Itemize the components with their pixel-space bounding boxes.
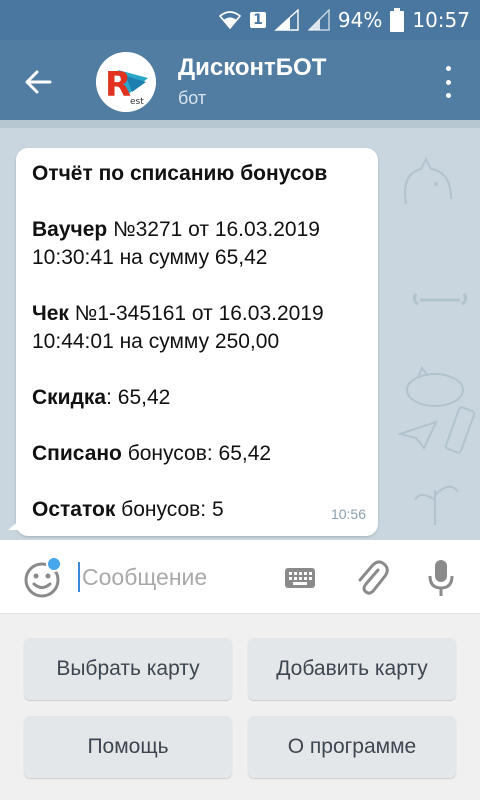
back-arrow-icon [25,70,52,94]
svg-text:R: R [105,65,131,105]
back-button[interactable] [18,62,58,102]
chat-title[interactable]: ДисконтБОТ [178,54,326,82]
plant-doodle-icon [414,485,459,525]
message-input-bar [0,540,480,614]
bot-keyboard-panel: Выбрать карту Добавить карту Помощь О пр… [0,614,480,800]
svg-text:est: est [130,97,144,107]
attach-button[interactable] [354,558,390,598]
battery-icon [390,8,405,32]
sim-slot-badge: 1 [250,12,266,28]
written-off-value: бонусов: 65,42 [121,442,272,465]
voucher-line-2: 10:30:41 на сумму 65,42 [32,246,268,269]
wifi-icon [218,10,242,30]
candy-doodle-icon [444,406,476,454]
written-off-line: Списано бонусов: 65,42 [32,440,362,468]
message-input[interactable] [78,560,268,594]
paperclip-icon [358,560,389,595]
signal-icon-2 [307,9,330,31]
voucher-label: Ваучер [32,218,108,241]
bubble-tail [8,520,20,530]
voucher-line: Ваучер №3271 от 16.03.2019 [32,216,362,244]
discount-value: : 65,42 [106,386,171,409]
menu-dot-icon [445,93,451,98]
chat-area[interactable]: Отчёт по списанию бонусов Ваучер №3271 о… [0,120,480,540]
bot-logo-icon: R est [96,52,156,112]
balance-value: бонусов: 5 [115,498,224,521]
check-label: Чек [32,302,69,325]
menu-dot-icon [445,66,451,71]
microphone-icon [428,560,454,596]
more-menu-button[interactable] [438,66,458,98]
signal-icon [274,9,300,31]
bot-keyboard-button[interactable] [284,566,316,590]
chat-header: R est ДисконтБОТ бот [0,40,480,120]
message-bubble[interactable]: Отчёт по списанию бонусов Ваучер №3271 о… [8,148,378,536]
cat-doodle-icon [404,156,452,205]
check-text: №1-345161 от 16.03.2019 [68,302,324,325]
microphone-button[interactable] [426,558,456,598]
notification-dot-icon [46,556,62,572]
status-bar: 1 94% 10:57 [0,0,480,40]
about-button[interactable]: О программе [248,716,456,778]
help-button[interactable]: Помощь [24,716,232,778]
paper-plane-doodle-icon [398,420,438,450]
previous-message-edge [0,120,480,128]
discount-label: Скидка [32,386,107,409]
discount-line: Скидка: 65,42 [32,384,362,412]
message-time: 10:56 [330,506,366,522]
balance-label: Остаток [32,498,116,521]
check-line-2: 10:44:01 на сумму 250,00 [32,330,280,353]
check-line: Чек №1-345161 от 16.03.2019 [32,300,362,328]
bone-doodle-icon [412,293,468,306]
menu-dot-icon [445,79,451,85]
battery-percent: 94% [337,8,383,32]
report-title: Отчёт по списанию бонусов [32,162,328,185]
chat-subtitle: бот [178,88,207,108]
avatar[interactable]: R est [96,52,156,112]
add-card-button[interactable]: Добавить карту [248,638,456,700]
voucher-text: №3271 от 16.03.2019 [107,218,320,241]
written-off-label: Списано [32,442,122,465]
balance-line: Остаток бонусов: 5 [32,496,362,524]
keyboard-icon [285,568,315,588]
choose-card-button[interactable]: Выбрать карту [24,638,232,700]
status-time: 10:57 [412,8,470,32]
